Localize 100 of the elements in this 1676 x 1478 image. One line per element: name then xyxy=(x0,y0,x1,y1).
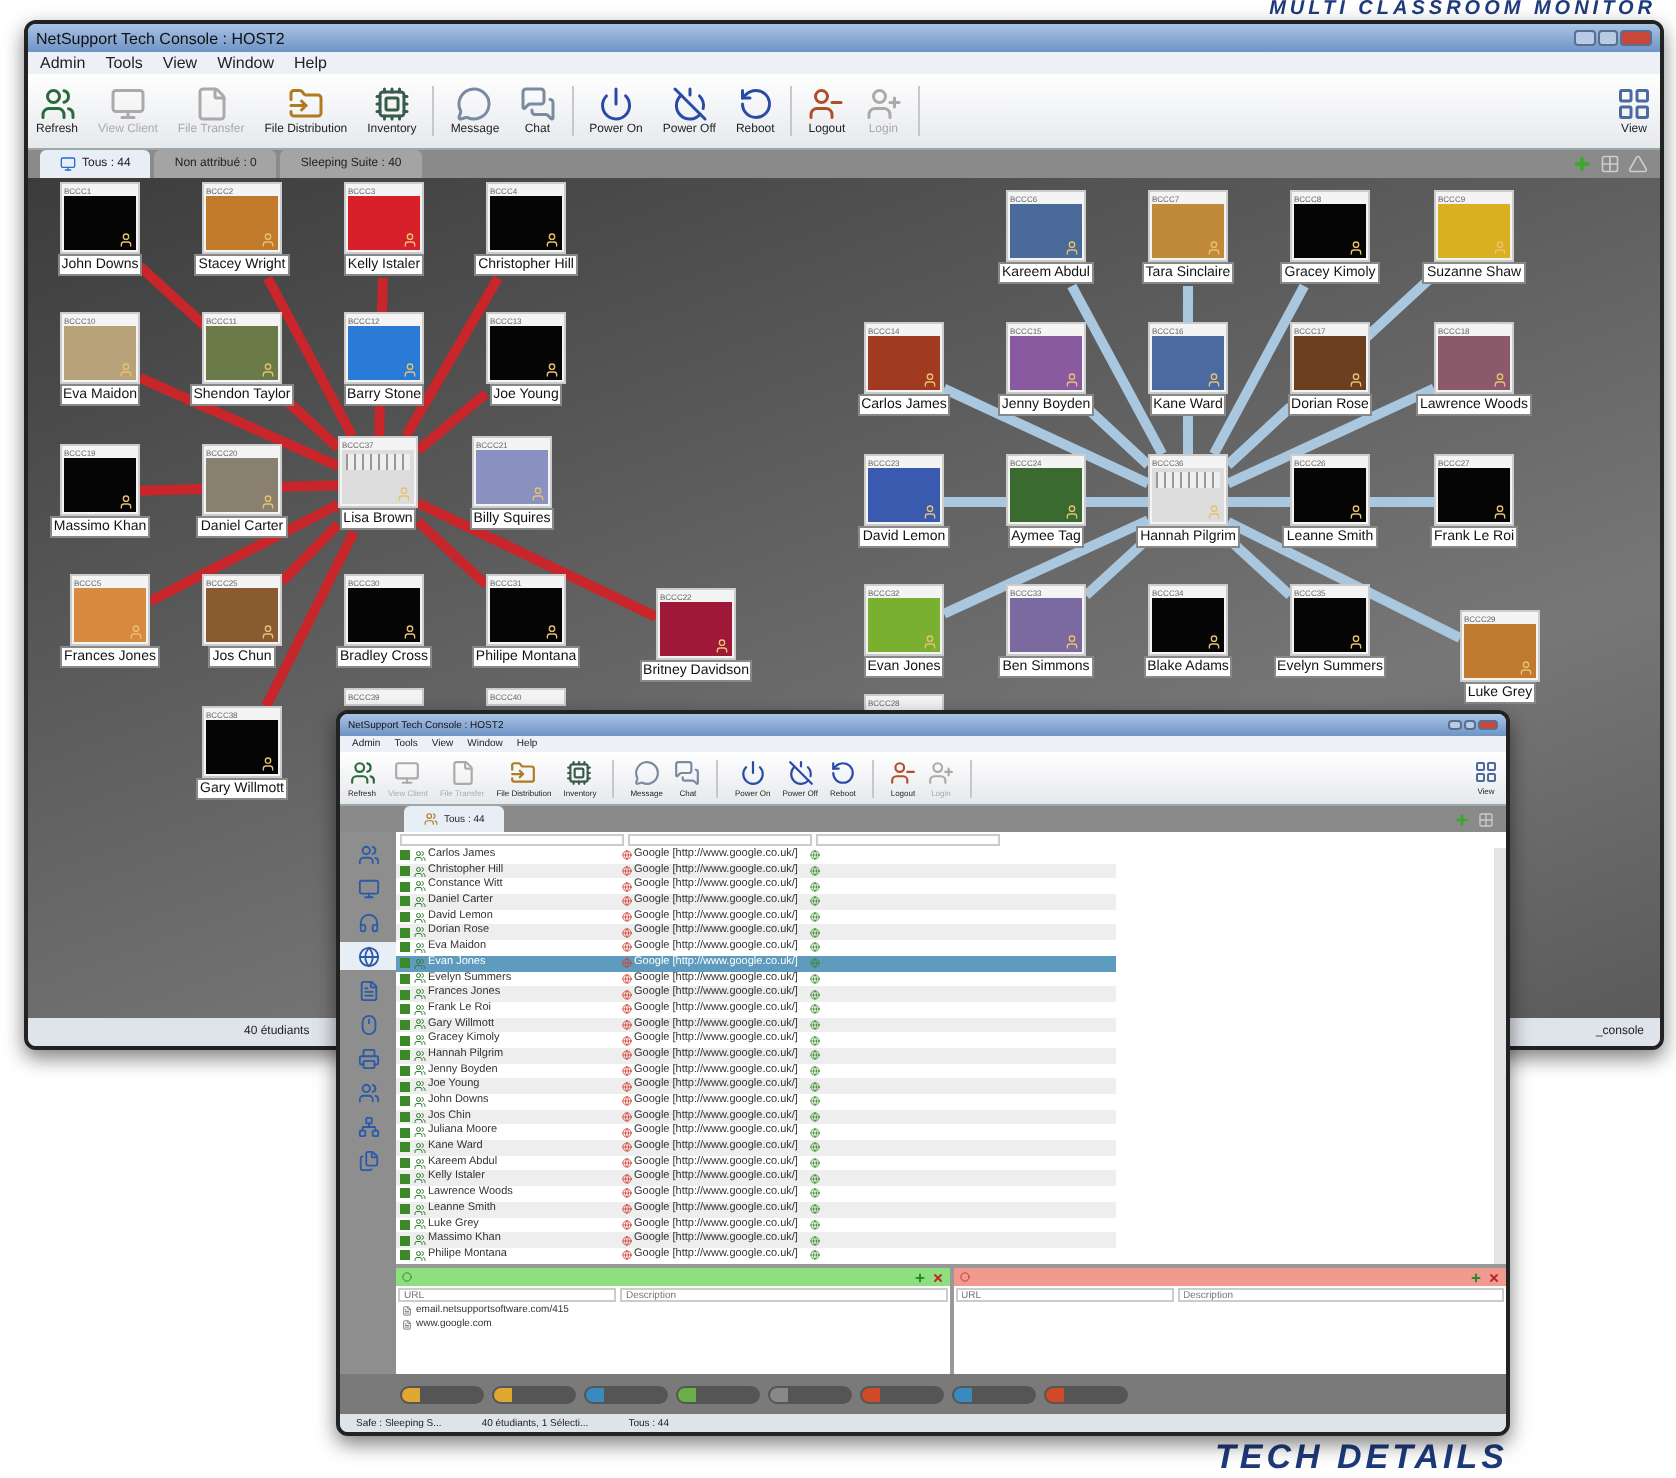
menu-item[interactable]: Admin xyxy=(40,54,86,72)
checkbox[interactable] xyxy=(400,1081,410,1092)
globe-icon xyxy=(810,1065,820,1076)
person-icon xyxy=(808,86,845,122)
chat-bubbles-icon xyxy=(674,759,701,785)
power-off-icon xyxy=(787,759,814,785)
person-icon xyxy=(544,362,560,378)
close-button[interactable] xyxy=(1620,30,1652,46)
globe-icon xyxy=(810,942,820,953)
checkbox[interactable] xyxy=(400,958,410,969)
person-icon xyxy=(889,759,916,785)
globe-icon xyxy=(357,945,379,967)
files-icon xyxy=(357,1149,379,1171)
network-icon xyxy=(357,1115,379,1137)
menu-item[interactable]: View xyxy=(162,54,198,72)
checkbox[interactable] xyxy=(400,866,410,877)
power-icon xyxy=(598,86,635,122)
add-icon[interactable] xyxy=(1470,1271,1482,1283)
checkbox[interactable] xyxy=(400,1004,410,1015)
maximize-button[interactable] xyxy=(1597,30,1618,46)
globe-icon xyxy=(622,1235,632,1246)
filter-field[interactable] xyxy=(628,834,812,846)
pill-button[interactable] xyxy=(676,1385,760,1403)
checkbox[interactable] xyxy=(400,1096,410,1107)
globe-icon xyxy=(622,1219,632,1230)
filter-field[interactable] xyxy=(400,834,624,846)
globe-icon xyxy=(622,1004,632,1015)
maximize-button[interactable] xyxy=(1463,720,1476,730)
checkbox[interactable] xyxy=(400,896,410,907)
pill-button[interactable] xyxy=(1044,1385,1128,1403)
filter-field[interactable] xyxy=(816,834,1000,846)
close-icon[interactable] xyxy=(1488,1271,1500,1283)
minimize-button[interactable] xyxy=(1448,720,1461,730)
minimize-button[interactable] xyxy=(1574,30,1596,46)
pill-button[interactable] xyxy=(492,1385,576,1403)
checkbox[interactable] xyxy=(400,1204,410,1215)
globe-icon xyxy=(810,912,820,923)
warning-icon[interactable] xyxy=(1628,154,1648,174)
grid-icon[interactable] xyxy=(1478,811,1494,827)
checkbox[interactable] xyxy=(400,1050,410,1061)
people-icon xyxy=(357,1081,379,1103)
globe-icon xyxy=(622,1065,632,1076)
checkbox[interactable] xyxy=(400,1219,410,1230)
checkbox[interactable] xyxy=(400,927,410,938)
person-icon xyxy=(1518,660,1534,676)
checkbox[interactable] xyxy=(400,912,410,923)
grid-icon[interactable] xyxy=(1600,154,1620,174)
checkbox[interactable] xyxy=(400,1112,410,1123)
pill-button[interactable] xyxy=(400,1385,484,1403)
close-icon[interactable] xyxy=(931,1271,943,1283)
person-icon xyxy=(118,362,134,378)
checkbox[interactable] xyxy=(400,881,410,892)
globe-icon xyxy=(622,1112,632,1123)
globe-icon xyxy=(810,1096,820,1107)
person-icon xyxy=(396,486,412,502)
person-icon xyxy=(1064,634,1080,650)
checkbox[interactable] xyxy=(400,973,410,984)
document-icon xyxy=(193,86,230,122)
checkbox[interactable] xyxy=(400,1035,410,1046)
globe-icon xyxy=(622,1204,632,1215)
checkbox[interactable] xyxy=(400,1250,410,1261)
checkbox[interactable] xyxy=(400,850,410,861)
pill-button[interactable] xyxy=(768,1385,852,1403)
checkbox[interactable] xyxy=(400,942,410,953)
menu-item[interactable]: Help xyxy=(294,54,327,72)
close-button[interactable] xyxy=(1478,720,1498,730)
globe-icon xyxy=(622,896,632,907)
sidebar-button[interactable] xyxy=(340,942,396,970)
speech-bubble-icon xyxy=(633,759,660,785)
pill-button[interactable] xyxy=(860,1385,944,1403)
checkbox[interactable] xyxy=(400,1065,410,1076)
person-icon xyxy=(922,372,938,388)
menu-item[interactable]: Window xyxy=(217,54,275,72)
grid-icon xyxy=(1616,86,1652,122)
checkbox[interactable] xyxy=(400,1158,410,1169)
checkbox[interactable] xyxy=(400,1142,410,1153)
globe-icon xyxy=(622,866,632,877)
person-icon xyxy=(260,494,276,510)
add-icon[interactable] xyxy=(913,1271,925,1283)
person-icon xyxy=(402,232,418,248)
checkbox[interactable] xyxy=(400,1235,410,1246)
person-icon xyxy=(714,638,730,654)
globe-icon xyxy=(810,1235,820,1246)
globe-icon xyxy=(622,958,632,969)
pill-button[interactable] xyxy=(952,1385,1036,1403)
power-icon xyxy=(739,759,766,785)
globe-icon xyxy=(622,1142,632,1153)
globe-icon xyxy=(810,1173,820,1184)
person-icon xyxy=(530,486,546,502)
person-icon xyxy=(1348,372,1364,388)
checkbox[interactable] xyxy=(400,989,410,1000)
checkbox[interactable] xyxy=(400,1173,410,1184)
pill-button[interactable] xyxy=(584,1385,668,1403)
person-icon xyxy=(1492,372,1508,388)
checkbox[interactable] xyxy=(400,1127,410,1138)
globe-icon xyxy=(810,1142,820,1153)
globe-icon xyxy=(810,1219,820,1230)
menu-item[interactable]: Tools xyxy=(105,54,143,72)
checkbox[interactable] xyxy=(400,1019,410,1030)
checkbox[interactable] xyxy=(400,1188,410,1199)
